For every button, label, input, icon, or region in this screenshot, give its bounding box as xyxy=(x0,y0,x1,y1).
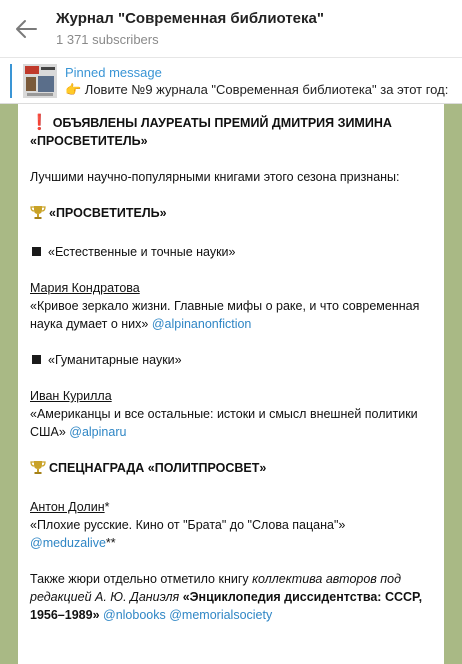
chat-header: Журнал "Современная библиотека" 1 371 su… xyxy=(0,0,462,58)
author1: Мария Кондратова xyxy=(30,281,140,295)
pinned-text: 👉 Ловите №9 журнала "Современная библиот… xyxy=(65,82,449,97)
book1: «Кривое зеркало жизни. Главные мифы о ра… xyxy=(30,299,420,331)
trophy-icon xyxy=(30,204,46,225)
post-heading: ❗ ОБЪЯВЛЕНЫ ЛАУРЕАТЫ ПРЕМИЙ ДМИТРИЯ ЗИМИН… xyxy=(30,114,392,148)
link-memorialsociety[interactable]: @memorialsociety xyxy=(169,608,272,622)
author2: Иван Курилла xyxy=(30,389,112,403)
pinned-label: Pinned message xyxy=(65,65,162,80)
intro-text: Лучшими научно-популярными книгами этого… xyxy=(30,170,400,184)
author3: Антон Долин* xyxy=(30,500,110,514)
black-square-icon xyxy=(32,355,41,364)
category2: «Гуманитарные науки» xyxy=(30,351,430,369)
pinned-thumbnail xyxy=(23,64,57,98)
pinned-indicator xyxy=(10,64,12,98)
prize1-heading: «ПРОСВЕТИТЕЛЬ» xyxy=(30,204,430,225)
back-arrow-icon[interactable] xyxy=(14,17,40,41)
book2: «Американцы и все остальные: истоки и см… xyxy=(30,407,418,439)
final-paragraph: Также жюри отдельно отметило книгу колле… xyxy=(30,572,423,622)
trophy-icon xyxy=(30,459,46,480)
channel-title[interactable]: Журнал "Современная библиотека" xyxy=(56,10,324,27)
book3: «Плохие русские. Кино от "Брата" до "Сло… xyxy=(30,518,346,532)
link-nlobooks[interactable]: @nlobooks xyxy=(103,608,166,622)
prize2-heading: СПЕЦНАГРАДА «ПОЛИТПРОСВЕТ» xyxy=(30,459,430,480)
link3-line: @meduzalive** xyxy=(30,536,116,550)
black-square-icon xyxy=(32,247,41,256)
message-bubble: ❗ ОБЪЯВЛЕНЫ ЛАУРЕАТЫ ПРЕМИЙ ДМИТРИЯ ЗИМИН… xyxy=(18,104,444,664)
link-meduzalive[interactable]: @meduzalive xyxy=(30,536,106,550)
category1: «Естественные и точные науки» xyxy=(30,243,430,261)
exclamation-icon: ❗ xyxy=(30,114,49,131)
pinned-message-bar[interactable]: Pinned message 👉 Ловите №9 журнала "Совр… xyxy=(0,58,462,104)
subscriber-count: 1 371 subscribers xyxy=(56,32,159,47)
link-alpinaru[interactable]: @alpinaru xyxy=(69,425,126,439)
link-alpinanonfiction[interactable]: @alpinanonfiction xyxy=(152,317,252,331)
